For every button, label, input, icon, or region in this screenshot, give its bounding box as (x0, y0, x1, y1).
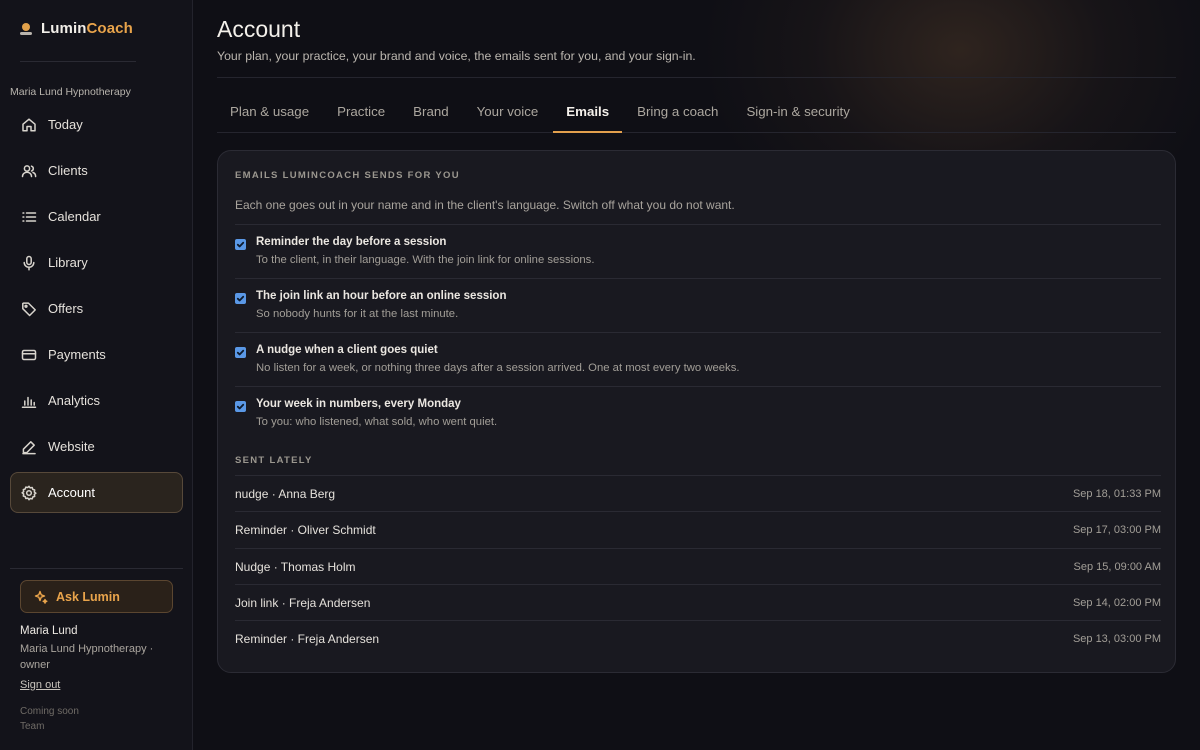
gear-icon (21, 485, 37, 500)
sidebar-item-clients[interactable]: Clients (10, 150, 183, 191)
option-title: Reminder the day before a session (256, 236, 447, 248)
option-description: To the client, in their language. With t… (256, 254, 595, 266)
sent-email-date: Sep 17, 03:00 PM (1072, 524, 1161, 536)
sent-email-label: Reminder · Oliver Schmidt (235, 523, 376, 537)
page-subtitle: Your plan, your practice, your brand and… (217, 49, 696, 63)
team-item: Team (20, 721, 45, 732)
app-name-part1: Lumin (41, 20, 87, 37)
option-description: To you: who listened, what sold, who wen… (256, 416, 498, 428)
home-icon (22, 117, 36, 132)
ask-lumin-label: Ask Lumin (56, 589, 120, 604)
app-logo[interactable]: LuminCoach (20, 20, 133, 37)
sidebar-item-label: Library (48, 255, 88, 270)
sent-lately-title: SENT LATELY (235, 455, 313, 466)
sent-email-label: Reminder · Freja Andersen (235, 632, 380, 646)
sidebar-item-payments[interactable]: Payments (10, 334, 183, 375)
sidebar-item-label: Calendar (48, 209, 101, 224)
sidebar-item-label: Analytics (48, 393, 101, 408)
app-name: LuminCoach (41, 20, 133, 37)
ask-lumin-button[interactable]: Ask Lumin (20, 580, 173, 613)
sidebar-item-label: Payments (48, 347, 106, 362)
check-icon (236, 403, 245, 410)
user-name: Maria Lund (20, 625, 78, 637)
sidebar-item-account[interactable]: Account (10, 472, 183, 513)
sidebar-item-calendar[interactable]: Calendar (10, 196, 183, 237)
sent-email-row: Join link · Freja Andersen Sep 14, 02:00… (235, 584, 1161, 620)
users-icon (21, 164, 37, 177)
sidebar-item-label: Account (48, 485, 95, 500)
user-role: Maria Lund Hypnotherapy · owner (20, 643, 154, 671)
logo-divider (20, 61, 136, 62)
sent-email-row: Reminder · Oliver Schmidt Sep 17, 03:00 … (235, 511, 1161, 547)
tab-bring-a-coach[interactable]: Bring a coach (624, 92, 731, 133)
divider (235, 224, 1161, 225)
tab-emails[interactable]: Emails (553, 92, 623, 133)
sparkle-icon (34, 590, 48, 604)
check-icon (236, 241, 245, 248)
divider (235, 332, 1161, 333)
credit-card-icon (21, 349, 37, 360)
sidebar-item-today[interactable]: Today (10, 104, 183, 145)
sent-email-row: Nudge · Thomas Holm Sep 15, 09:00 AM (235, 548, 1161, 584)
sent-email-label: Join link · Freja Andersen (235, 596, 371, 610)
sidebar-item-website[interactable]: Website (10, 426, 183, 467)
sidebar-item-offers[interactable]: Offers (10, 288, 183, 329)
option-title: Your week in numbers, every Monday (256, 398, 461, 410)
sidebar-item-label: Website (48, 439, 95, 454)
sent-email-row: Reminder · Freja Andersen Sep 13, 03:00 … (235, 620, 1161, 656)
option-title: A nudge when a client goes quiet (256, 344, 438, 356)
divider (235, 386, 1161, 387)
microphone-icon (23, 255, 35, 270)
tab-practice[interactable]: Practice (324, 92, 398, 133)
practice-name: Maria Lund Hypnotherapy (10, 86, 131, 98)
option-description: So nobody hunts for it at the last minut… (256, 308, 459, 320)
sent-email-date: Sep 14, 02:00 PM (1072, 597, 1161, 609)
sent-email-date: Sep 15, 09:00 AM (1073, 561, 1161, 573)
bar-chart-icon (21, 396, 37, 408)
account-tabs: Plan & usage Practice Brand Your voice E… (217, 92, 1176, 133)
tab-sign-in-security[interactable]: Sign-in & security (733, 92, 862, 133)
tab-plan-usage[interactable]: Plan & usage (217, 92, 322, 133)
page-title: Account (217, 16, 301, 42)
sidebar-item-label: Clients (48, 163, 88, 178)
sidebar: LuminCoach Maria Lund Hypnotherapy Today… (0, 0, 193, 750)
emails-card: EMAILS LUMINCOACH SENDS FOR YOU Each one… (217, 150, 1176, 673)
logo-icon (20, 22, 32, 36)
list-icon (22, 211, 37, 222)
sent-email-date: Sep 18, 01:33 PM (1072, 488, 1161, 500)
emails-intro: Each one goes out in your name and in th… (235, 198, 735, 212)
option-description: No listen for a week, or nothing three d… (256, 362, 740, 374)
sign-out-link[interactable]: Sign out (20, 679, 60, 691)
checkbox-join-link[interactable] (235, 293, 246, 304)
tab-brand[interactable]: Brand (400, 92, 461, 133)
app-name-part2: Coach (86, 20, 133, 37)
divider (235, 278, 1161, 279)
sent-email-date: Sep 13, 03:00 PM (1072, 633, 1161, 645)
check-icon (236, 349, 245, 356)
checkbox-weekly-numbers[interactable] (235, 401, 246, 412)
check-icon (236, 295, 245, 302)
sidebar-item-label: Today (48, 117, 83, 132)
tag-icon (22, 301, 36, 316)
sent-email-label: Nudge · Thomas Holm (235, 560, 356, 574)
sidebar-item-library[interactable]: Library (10, 242, 183, 283)
sent-email-row: nudge · Anna Berg Sep 18, 01:33 PM (235, 475, 1161, 511)
emails-section-title: EMAILS LUMINCOACH SENDS FOR YOU (235, 170, 460, 181)
sidebar-item-label: Offers (48, 301, 84, 316)
checkbox-nudge-quiet[interactable] (235, 347, 246, 358)
option-title: The join link an hour before an online s… (256, 290, 507, 302)
sidebar-item-analytics[interactable]: Analytics (10, 380, 183, 421)
pen-icon (22, 440, 36, 454)
sidebar-divider (10, 568, 183, 569)
coming-soon-label: Coming soon (20, 706, 79, 717)
sent-email-label: nudge · Anna Berg (235, 487, 336, 501)
sidebar-nav: Today Clients Calendar Library Offers Pa… (10, 104, 183, 518)
tab-your-voice[interactable]: Your voice (464, 92, 552, 133)
checkbox-reminder-day-before[interactable] (235, 239, 246, 250)
header-divider (217, 77, 1176, 78)
